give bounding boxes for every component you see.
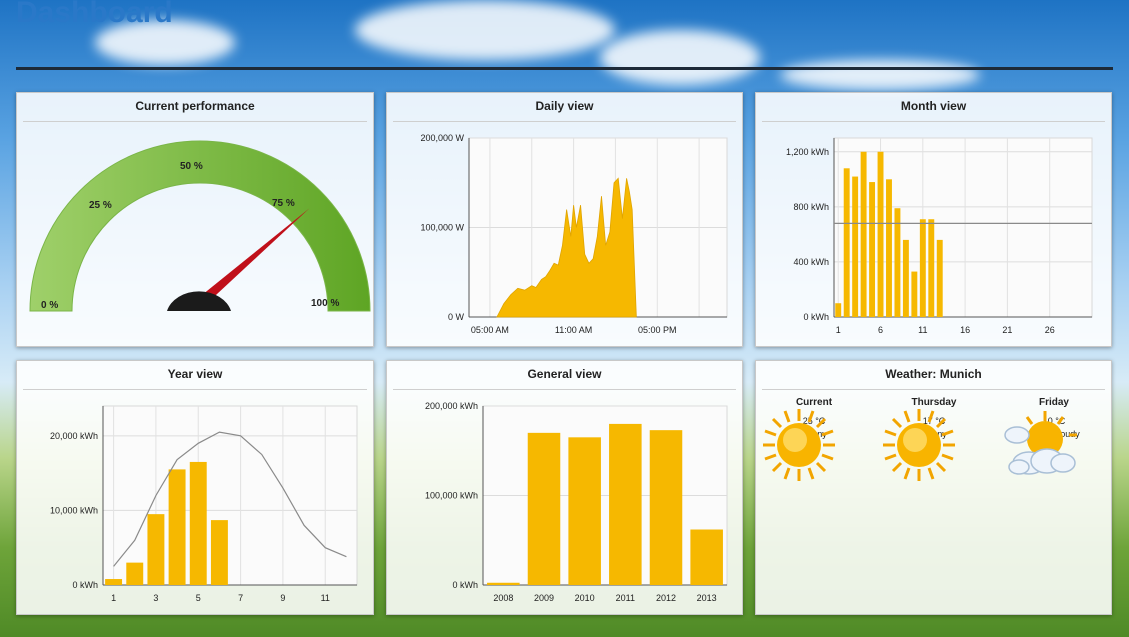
x-tick-label: 26 <box>1045 325 1055 335</box>
general-bar <box>487 582 520 585</box>
general-bar <box>649 430 683 585</box>
y-tick-label: 400 kWh <box>793 257 829 267</box>
x-tick-label: 11 <box>918 325 927 335</box>
x-tick-label: 2010 <box>575 593 595 603</box>
sun-icon <box>883 409 955 481</box>
month-bar <box>894 208 901 317</box>
y-tick-label: 0 kWh <box>803 312 829 322</box>
x-tick-label: 1 <box>111 593 116 603</box>
general-bar <box>609 423 642 585</box>
x-tick-label: 05:00 AM <box>471 325 509 335</box>
partly-cloudy-icon <box>1004 411 1077 475</box>
panel-general-view[interactable]: General view 200,000 kWh 100,000 kWh 0 kWh… <box>386 360 743 615</box>
gauge-needle <box>196 208 310 307</box>
weather-day-thursday: Thursday 17 °C Sunny <box>879 397 989 481</box>
year-bar <box>126 562 144 585</box>
gauge-label-25: 25 % <box>89 200 112 211</box>
y-tick-label: 0 kWh <box>452 580 478 590</box>
plot-area <box>102 405 358 586</box>
year-bar <box>189 461 207 585</box>
gauge-label-50: 50 % <box>180 161 203 172</box>
y-tick-label: 800 kWh <box>793 202 829 212</box>
x-tick-label: 11 <box>321 593 330 603</box>
sun-icon <box>763 409 835 481</box>
panel-title: Weather: Munich <box>885 367 982 381</box>
y-tick-label: 100,000 kWh <box>425 491 478 501</box>
x-tick-label: 2012 <box>656 593 676 603</box>
x-tick-label: 5 <box>196 593 201 603</box>
month-bar <box>843 168 850 317</box>
y-tick-label: 20,000 kWh <box>50 431 98 441</box>
panel-month-view[interactable]: Month view 1,200 kWh 800 kWh 400 kWh 0 kWh 1… <box>755 92 1112 347</box>
panel-year-view[interactable]: Year view 20,000 kWh 10,000 kWh 0 kWh 1 3 5 7 9… <box>16 360 374 615</box>
daily-chart: 200,000 W 100,000 W 0 W 05:00 AM 11:00 AM 05:… <box>420 133 728 335</box>
panel-divider <box>762 389 1105 390</box>
panel-weather[interactable]: Weather: Munich Current 25 °C Sunny Thur… <box>755 360 1112 615</box>
month-bar <box>911 271 918 317</box>
x-tick-label: 6 <box>878 325 883 335</box>
y-tick-label: 10,000 kWh <box>50 505 98 515</box>
panel-daily-view[interactable]: Daily view 200,000 W 100,000 W0 W 05:00 AM… <box>386 92 743 347</box>
x-tick-label: 2013 <box>697 593 717 603</box>
year-bar <box>147 514 165 585</box>
x-tick-label: 2009 <box>534 593 554 603</box>
month-bar <box>860 151 867 317</box>
month-bar <box>936 239 943 317</box>
sky-cloud <box>780 60 980 90</box>
y-tick-label: 0 W <box>448 312 465 322</box>
month-bar <box>919 219 926 317</box>
y-tick-label: 0 kWh <box>72 580 98 590</box>
month-bar <box>852 176 859 317</box>
year-bar <box>105 579 123 585</box>
general-bar <box>527 432 561 585</box>
x-tick-label: 1 <box>836 325 841 335</box>
y-tick-label: 200,000 kWh <box>425 401 478 411</box>
x-tick-label: 2008 <box>493 593 513 603</box>
general-chart: 200,000 kWh 100,000 kWh 0 kWh 2008 2009 2010 2… <box>425 401 728 603</box>
x-tick-label: 11:00 AM <box>555 325 592 335</box>
year-bar <box>210 520 228 585</box>
month-bar <box>835 303 842 317</box>
x-tick-label: 21 <box>1002 325 1012 335</box>
general-bar <box>568 437 601 585</box>
x-tick-label: 3 <box>153 593 158 603</box>
month-bar <box>928 219 935 317</box>
x-tick-label: 7 <box>238 593 243 603</box>
panel-current-performance[interactable]: Current performance 0 % 25 % 50 % 75 % 1… <box>16 92 374 347</box>
y-tick-label: 1,200 kWh <box>786 147 829 157</box>
gauge-label-75: 75 % <box>272 198 295 209</box>
title-divider <box>16 67 1113 70</box>
month-bar <box>869 182 876 317</box>
x-tick-label: 16 <box>960 325 970 335</box>
y-tick-label: 100,000 W <box>420 223 464 233</box>
weather-day-current: Current 25 °C Sunny <box>759 397 869 481</box>
sky-cloud <box>600 30 760 85</box>
weather-day-friday: Friday 10 °C Partly cloudy <box>999 397 1109 475</box>
y-tick-label: 200,000 W <box>420 133 464 143</box>
month-chart: 1,200 kWh800 kWh400 kWh0 kWh1 6 11 16 21 26 <box>786 137 1093 335</box>
performance-gauge: 0 % 25 % 50 % 75 % 100 % <box>29 140 371 312</box>
month-bar <box>902 239 909 317</box>
page-title: Dashboard <box>16 0 173 29</box>
month-bar <box>877 151 884 317</box>
x-tick-label: 05:00 PM <box>638 325 677 335</box>
gauge-hub <box>167 291 231 311</box>
general-bar <box>690 529 723 585</box>
sky-cloud <box>355 0 615 60</box>
year-bar <box>168 469 186 585</box>
gauge-label-0: 0 % <box>41 300 58 311</box>
x-tick-label: 2011 <box>616 593 635 603</box>
gauge-label-100: 100 % <box>311 298 339 309</box>
x-tick-label: 9 <box>280 593 285 603</box>
year-chart: 20,000 kWh 10,000 kWh 0 kWh 1 3 5 7 9 11 <box>50 405 358 603</box>
month-bar <box>886 179 892 317</box>
